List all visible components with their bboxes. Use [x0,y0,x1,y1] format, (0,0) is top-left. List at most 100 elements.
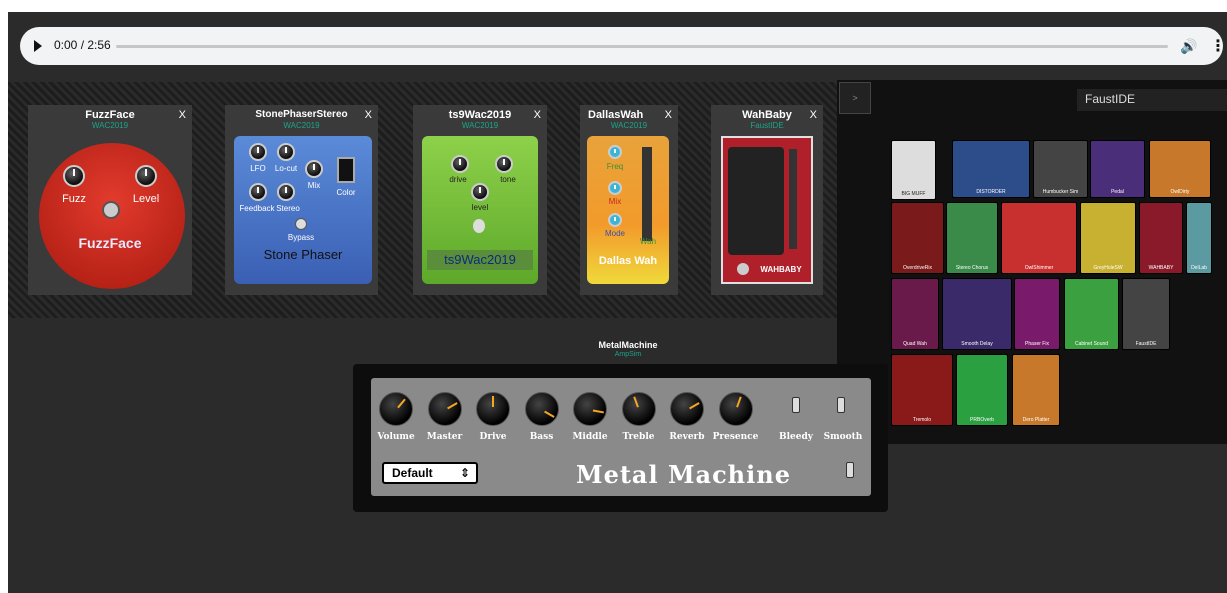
mode-knob[interactable] [608,213,622,227]
audio-player[interactable]: 0:00 / 2:56 🔊 ⋮ [20,27,1226,65]
metal-machine-amp[interactable]: Volume Master Drive Bass Middle Treble Reverb P… [353,364,888,512]
mix-label: Mix [608,197,622,206]
plugin-thumbnail-label: FaustIDE [1135,341,1157,347]
pedal-dallaswah[interactable]: DallasWah WAC2019 X Freq Mix Mode Wah Da… [580,105,678,295]
amp-title: MetalMachine [598,340,658,350]
bypass-switch[interactable] [295,218,307,230]
plugin-thumbnail[interactable]: Dero Platter [1012,354,1060,426]
power-switch[interactable] [846,462,854,478]
plugin-thumbnail-label: GreyHoleSW [1093,265,1123,271]
plugin-thumbnail-label: Humbucker Sim [1042,189,1079,195]
bass-knob[interactable] [524,392,559,426]
pedalboard: FuzzFace WAC2019 X Fuzz Level FuzzFace S… [8,82,874,318]
volume-knob[interactable] [379,392,413,426]
amp-brand: Metal Machine [576,460,791,489]
close-button[interactable]: X [810,109,817,121]
plugin-thumbnail[interactable]: Tremolo [891,354,953,426]
tone-label: tone [500,175,516,184]
lfo-knob[interactable] [249,143,267,161]
locut-knob[interactable] [277,143,295,161]
pedal-subtitle: WAC2019 [461,121,499,130]
plugin-thumbnail[interactable]: Quad Wah [891,278,939,350]
treble-label: Treble [622,432,655,442]
bleedy-label: Bleedy [778,432,813,442]
pedal-wahbaby[interactable]: WahBaby FaustIDE X WAHBABY [711,105,823,295]
smooth-switch[interactable] [837,397,845,413]
more-options-icon[interactable]: ⋮ [1210,36,1226,56]
pedal-subtitle: FaustIDE [750,121,784,130]
plugin-thumbnail[interactable]: Smooth Delay [942,278,1012,350]
toggle-panel-button[interactable]: > [839,82,871,114]
plugin-thumbnail[interactable]: Stereo Chorus [946,202,998,274]
treble-knob[interactable] [621,392,656,426]
wah-slider[interactable] [789,149,797,249]
footswitch[interactable] [473,219,485,233]
color-switch[interactable] [337,157,355,183]
close-button[interactable]: X [365,109,372,121]
preset-value: Default [392,466,433,480]
plugin-thumbnail[interactable]: OwlDirty [1149,140,1211,198]
plugin-thumbnail[interactable]: PRBOverb [956,354,1008,426]
middle-label: Middle [572,432,608,442]
pedal-ts9[interactable]: ts9Wac2019 WAC2019 X drive tone level ts… [413,105,547,295]
amp-panel: Volume Master Drive Bass Middle Treble Reverb P… [371,378,871,496]
plugin-thumbnail[interactable]: GreyHoleSW [1080,202,1136,274]
level-knob[interactable] [471,183,489,201]
plugin-thumbnail[interactable]: DelLab [1186,202,1212,274]
fuzz-knob[interactable] [63,165,85,187]
plugin-thumbnail-label: OwlDirty [1170,189,1190,195]
pedal-fuzzface[interactable]: FuzzFace WAC2019 X Fuzz Level FuzzFace [28,105,192,295]
feedback-knob[interactable] [249,183,267,201]
plugin-thumbnail[interactable]: Cabinet Sound [1064,278,1119,350]
footswitch[interactable] [737,263,749,275]
plugin-thumbnail[interactable]: Pedal [1090,140,1145,198]
pedal-title: StonePhaserStereo [255,109,348,120]
close-button[interactable]: X [179,109,186,121]
mix-knob[interactable] [608,181,622,195]
tone-knob[interactable] [495,155,513,173]
faustide-label[interactable]: FaustIDE [1077,89,1227,111]
plugin-thumbnail-label: Stereo Chorus [955,265,989,271]
play-icon[interactable] [34,40,42,52]
volume-icon[interactable]: 🔊 [1180,38,1197,55]
plugin-thumbnail-label: WAHBABY [1148,265,1174,271]
plugin-thumbnail[interactable]: BIG MUFF [891,140,936,200]
plugin-thumbnail[interactable]: FaustIDE [1122,278,1170,350]
plugin-thumbnail-label: Quad Wah [903,341,927,347]
drive-knob[interactable] [451,155,469,173]
footswitch[interactable] [102,201,120,219]
freq-knob[interactable] [608,145,622,159]
reverb-knob[interactable] [670,392,704,426]
presence-knob[interactable] [718,392,753,426]
progress-bar[interactable] [116,45,1168,48]
master-knob[interactable] [427,392,462,426]
plugin-thumbnail-label: BIG MUFF [901,191,926,197]
mix-knob[interactable] [305,160,323,178]
pedal-stonephaser[interactable]: StonePhaserStereo WAC2019 X LFO Lo-cut M… [225,105,378,295]
level-knob[interactable] [135,165,157,187]
pedal-brand: Stone Phaser [263,247,343,262]
bleedy-switch[interactable] [792,397,800,413]
plugin-thumbnail-label: DelLab [1191,265,1207,271]
wah-rocker[interactable] [728,147,784,255]
middle-knob[interactable] [573,392,607,426]
plugin-thumbnail[interactable]: WAHBABY [1139,202,1183,274]
plugin-thumbnail[interactable]: DISTORDER [952,140,1030,198]
plugin-thumbnail[interactable]: OverdriveRix [891,202,944,274]
drive-knob[interactable] [476,392,510,426]
plugin-thumbnail-label: OwlShimmer [1024,265,1054,271]
close-button[interactable]: X [665,109,672,121]
chevron-updown-icon: ⇕ [459,466,470,480]
close-button[interactable]: X [534,109,541,121]
wah-slider[interactable] [642,147,652,241]
stereo-knob[interactable] [277,183,295,201]
plugin-browser: > FaustIDE BIG MUFF DISTORDER Humbucker Si… [837,80,1227,444]
plugin-thumbnail[interactable]: Humbucker Sim [1033,140,1088,198]
wah-label: Wah [639,237,657,246]
preset-select[interactable]: Default ⇕ [382,462,478,484]
plugin-thumbnail[interactable]: OwlShimmer [1001,202,1077,274]
pedal-subtitle: WAC2019 [91,121,129,130]
plugin-thumbnail-label: Cabinet Sound [1074,341,1109,347]
amp-subtitle: AmpSim [614,351,642,358]
plugin-thumbnail[interactable]: Phaser Fix [1014,278,1060,350]
